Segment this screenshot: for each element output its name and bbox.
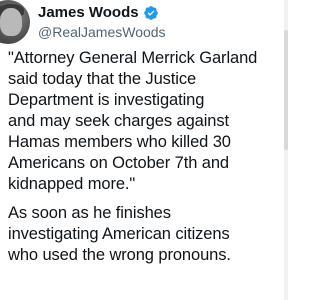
tweet-card: James Woods @RealJamesWoods "Attorney Ge… bbox=[0, 0, 288, 300]
author-handle[interactable]: @RealJamesWoods bbox=[38, 23, 166, 41]
scrollbar[interactable] bbox=[284, 0, 288, 300]
verified-badge-icon bbox=[143, 6, 158, 20]
scrollbar-thumb[interactable] bbox=[284, 30, 288, 150]
author-names: James Woods @RealJamesWoods bbox=[38, 4, 166, 41]
display-name-row: James Woods bbox=[38, 4, 166, 22]
avatar-face bbox=[0, 8, 22, 36]
author-avatar[interactable] bbox=[0, 0, 30, 44]
tweet-header: James Woods @RealJamesWoods bbox=[0, 0, 288, 44]
author-display-name[interactable]: James Woods bbox=[38, 4, 139, 22]
tweet-text-paragraph-1: "Attorney General Merrick Garland said t… bbox=[8, 49, 258, 193]
tweet-text-paragraph-2: As soon as he finishes investigating Ame… bbox=[8, 204, 231, 264]
